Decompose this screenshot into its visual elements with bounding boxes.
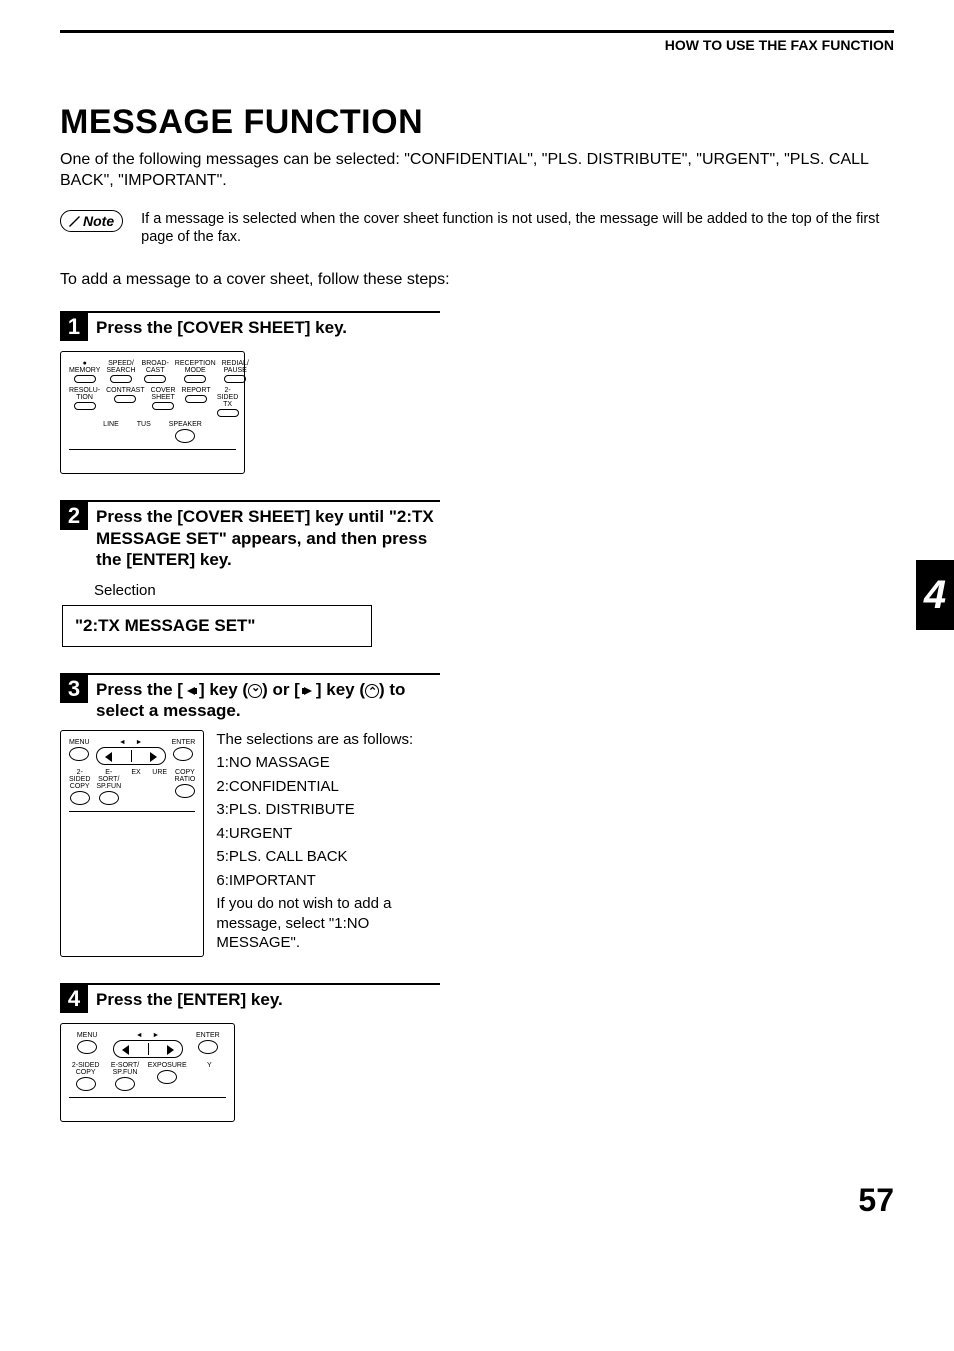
step-title: Press the [] key () or [] key () to sele… — [96, 679, 440, 722]
note-badge: Note — [60, 210, 123, 232]
step-title: Press the [COVER SHEET] key until "2:TX … — [96, 506, 440, 570]
step-number: 3 — [60, 675, 88, 703]
note-label: Note — [83, 213, 114, 229]
note-text: If a message is selected when the cover … — [141, 210, 894, 248]
list-item: 5:PLS. CALL BACK — [216, 847, 440, 867]
lead-in: To add a message to a cover sheet, follo… — [60, 271, 894, 289]
list-item: 4:URGENT — [216, 824, 440, 844]
lcd-display: "2:TX MESSAGE SET" — [62, 605, 372, 647]
note-block: Note If a message is selected when the c… — [60, 210, 894, 248]
intro-text: One of the following messages can be sel… — [60, 150, 894, 192]
page-number: 57 — [60, 1182, 894, 1219]
step-number: 2 — [60, 502, 88, 530]
selection-label: Selection — [94, 582, 440, 599]
selections-list: The selections are as follows: 1:NO MASS… — [216, 730, 440, 957]
control-panel-illustration: MENU ◄ ► ENTER 2-SIDED COPY E-SORT/ SP.F… — [60, 1023, 235, 1122]
step-number: 1 — [60, 313, 88, 341]
pencil-icon — [67, 214, 81, 228]
list-item: 1:NO MASSAGE — [216, 753, 440, 773]
list-item: 6:IMPORTANT — [216, 871, 440, 891]
arrow-left-icon — [183, 685, 199, 697]
header-title: HOW TO USE THE FAX FUNCTION — [60, 30, 894, 53]
chapter-tab: 4 — [916, 560, 954, 630]
step-2: 2 Press the [COVER SHEET] key until "2:T… — [60, 500, 440, 647]
arrow-right-icon — [300, 685, 316, 697]
step-number: 4 — [60, 985, 88, 1013]
list-item: 2:CONFIDENTIAL — [216, 777, 440, 797]
up-circle-icon — [365, 684, 379, 698]
step-title: Press the [COVER SHEET] key. — [96, 317, 347, 338]
step-4: 4 Press the [ENTER] key. MENU ◄ ► ENTER … — [60, 983, 440, 1122]
step-title: Press the [ENTER] key. — [96, 989, 283, 1010]
step-3: 3 Press the [] key () or [] key () to se… — [60, 673, 440, 957]
control-panel-illustration: ●MEMORY SPEED/ SEARCH BROAD- CAST RECEPT… — [60, 351, 245, 474]
page-heading: MESSAGE FUNCTION — [60, 103, 894, 142]
list-item: 3:PLS. DISTRIBUTE — [216, 800, 440, 820]
control-panel-illustration: MENU ◄ ► ENTER 2-SIDED COPY E-SORT/ SP.F… — [60, 730, 204, 957]
down-circle-icon — [248, 684, 262, 698]
step-1: 1 Press the [COVER SHEET] key. ●MEMORY S… — [60, 311, 440, 474]
